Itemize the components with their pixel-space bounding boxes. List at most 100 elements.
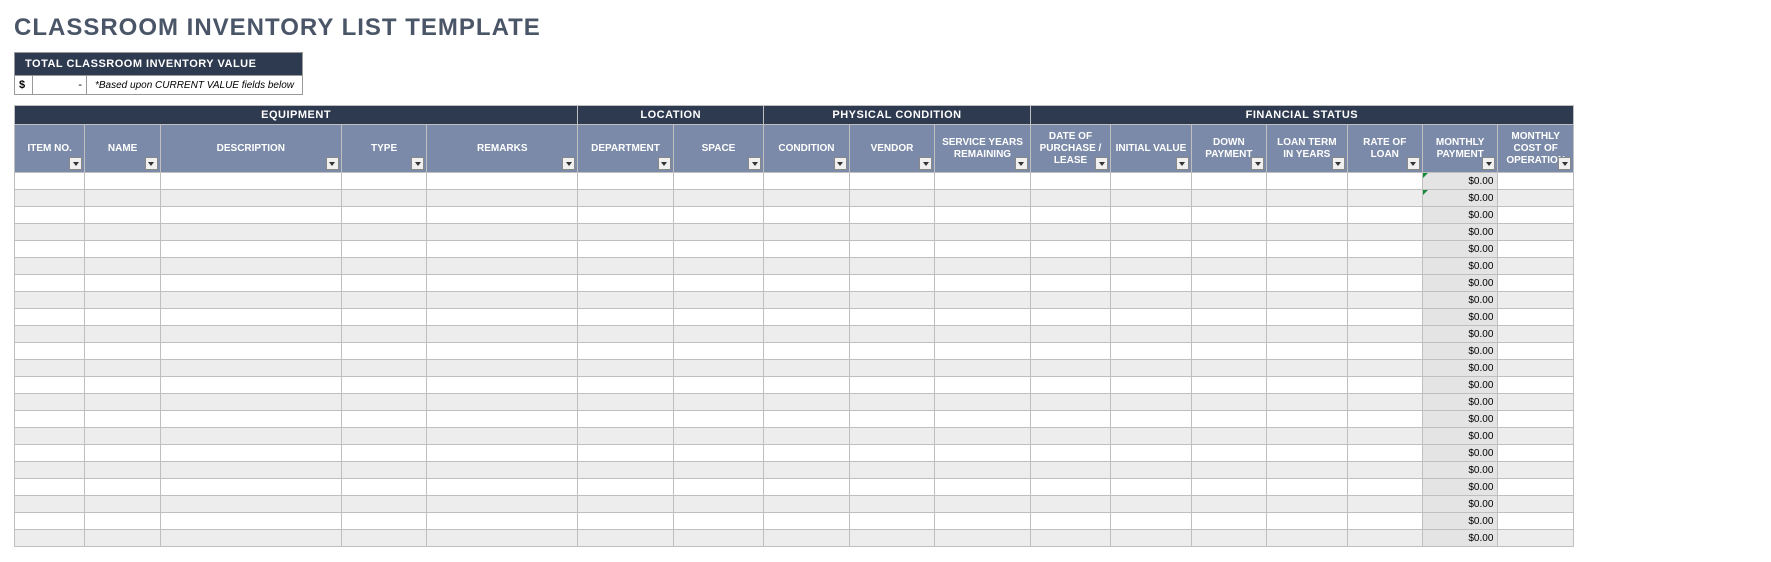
table-cell[interactable] [1267, 377, 1347, 394]
table-cell[interactable] [578, 241, 674, 258]
table-cell[interactable] [1111, 241, 1191, 258]
table-cell[interactable] [15, 173, 85, 190]
table-cell[interactable] [764, 479, 849, 496]
table-cell[interactable] [15, 479, 85, 496]
table-cell[interactable] [85, 224, 160, 241]
table-cell[interactable] [1111, 292, 1191, 309]
table-cell[interactable] [1498, 241, 1574, 258]
table-cell[interactable] [1267, 394, 1347, 411]
table-cell[interactable] [1498, 530, 1574, 547]
table-cell[interactable] [1191, 173, 1266, 190]
table-cell[interactable] [15, 241, 85, 258]
table-cell[interactable] [1267, 343, 1347, 360]
table-cell[interactable] [673, 224, 764, 241]
table-cell[interactable] [85, 377, 160, 394]
table-cell[interactable] [935, 479, 1031, 496]
table-cell[interactable] [1111, 258, 1191, 275]
table-cell[interactable] [427, 275, 578, 292]
table-cell[interactable] [849, 360, 934, 377]
table-cell[interactable] [1191, 309, 1266, 326]
table-cell[interactable] [15, 326, 85, 343]
table-cell[interactable] [1111, 377, 1191, 394]
table-cell[interactable] [160, 207, 341, 224]
table-cell[interactable] [1498, 207, 1574, 224]
table-cell[interactable] [1267, 326, 1347, 343]
table-cell[interactable] [1267, 445, 1347, 462]
table-cell[interactable] [1498, 377, 1574, 394]
table-cell[interactable] [341, 224, 426, 241]
table-cell[interactable] [1498, 513, 1574, 530]
table-cell[interactable] [673, 411, 764, 428]
table-cell[interactable] [85, 241, 160, 258]
table-cell[interactable] [85, 479, 160, 496]
table-cell[interactable] [578, 275, 674, 292]
table-cell[interactable] [1191, 241, 1266, 258]
table-cell[interactable] [935, 343, 1031, 360]
table-cell[interactable] [341, 411, 426, 428]
table-cell[interactable] [1030, 496, 1110, 513]
filter-dropdown-icon[interactable] [658, 157, 671, 170]
table-cell[interactable] [578, 479, 674, 496]
table-cell[interactable] [935, 496, 1031, 513]
table-cell[interactable] [1191, 462, 1266, 479]
table-cell[interactable] [764, 292, 849, 309]
table-cell[interactable] [673, 326, 764, 343]
table-cell[interactable]: $0.00 [1422, 530, 1497, 547]
filter-dropdown-icon[interactable] [1015, 157, 1028, 170]
table-cell[interactable] [1347, 258, 1422, 275]
table-cell[interactable] [427, 173, 578, 190]
table-cell[interactable] [341, 462, 426, 479]
table-cell[interactable] [341, 309, 426, 326]
table-cell[interactable] [935, 445, 1031, 462]
table-cell[interactable] [15, 428, 85, 445]
filter-dropdown-icon[interactable] [919, 157, 932, 170]
table-cell[interactable] [1347, 377, 1422, 394]
table-cell[interactable] [578, 190, 674, 207]
table-cell[interactable] [578, 258, 674, 275]
table-cell[interactable] [85, 343, 160, 360]
table-cell[interactable] [1498, 190, 1574, 207]
table-cell[interactable] [1111, 428, 1191, 445]
table-cell[interactable] [849, 292, 934, 309]
table-cell[interactable] [1030, 343, 1110, 360]
table-cell[interactable] [935, 309, 1031, 326]
table-cell[interactable] [1267, 258, 1347, 275]
table-cell[interactable] [1347, 462, 1422, 479]
table-cell[interactable] [935, 292, 1031, 309]
table-cell[interactable] [849, 224, 934, 241]
table-cell[interactable] [1267, 207, 1347, 224]
table-cell[interactable] [1191, 513, 1266, 530]
table-cell[interactable] [935, 207, 1031, 224]
table-cell[interactable] [341, 241, 426, 258]
table-cell[interactable] [341, 258, 426, 275]
table-cell[interactable] [1267, 513, 1347, 530]
table-cell[interactable] [427, 462, 578, 479]
table-cell[interactable] [1347, 326, 1422, 343]
table-cell[interactable] [673, 377, 764, 394]
table-cell[interactable] [578, 411, 674, 428]
table-cell[interactable] [1498, 428, 1574, 445]
table-cell[interactable] [1030, 462, 1110, 479]
table-cell[interactable] [1347, 292, 1422, 309]
table-cell[interactable]: $0.00 [1422, 496, 1497, 513]
table-cell[interactable] [935, 462, 1031, 479]
table-cell[interactable] [1111, 479, 1191, 496]
table-cell[interactable] [1111, 275, 1191, 292]
table-cell[interactable] [160, 173, 341, 190]
table-cell[interactable] [160, 224, 341, 241]
table-cell[interactable] [764, 428, 849, 445]
table-cell[interactable] [1347, 394, 1422, 411]
filter-dropdown-icon[interactable] [1332, 157, 1345, 170]
table-cell[interactable] [1267, 360, 1347, 377]
table-cell[interactable] [673, 462, 764, 479]
table-cell[interactable] [15, 343, 85, 360]
table-cell[interactable] [1498, 224, 1574, 241]
table-cell[interactable]: $0.00 [1422, 513, 1497, 530]
table-cell[interactable] [935, 428, 1031, 445]
table-cell[interactable] [341, 496, 426, 513]
table-cell[interactable] [849, 309, 934, 326]
table-cell[interactable] [160, 513, 341, 530]
table-cell[interactable] [1030, 360, 1110, 377]
table-cell[interactable] [1111, 496, 1191, 513]
table-cell[interactable] [427, 377, 578, 394]
